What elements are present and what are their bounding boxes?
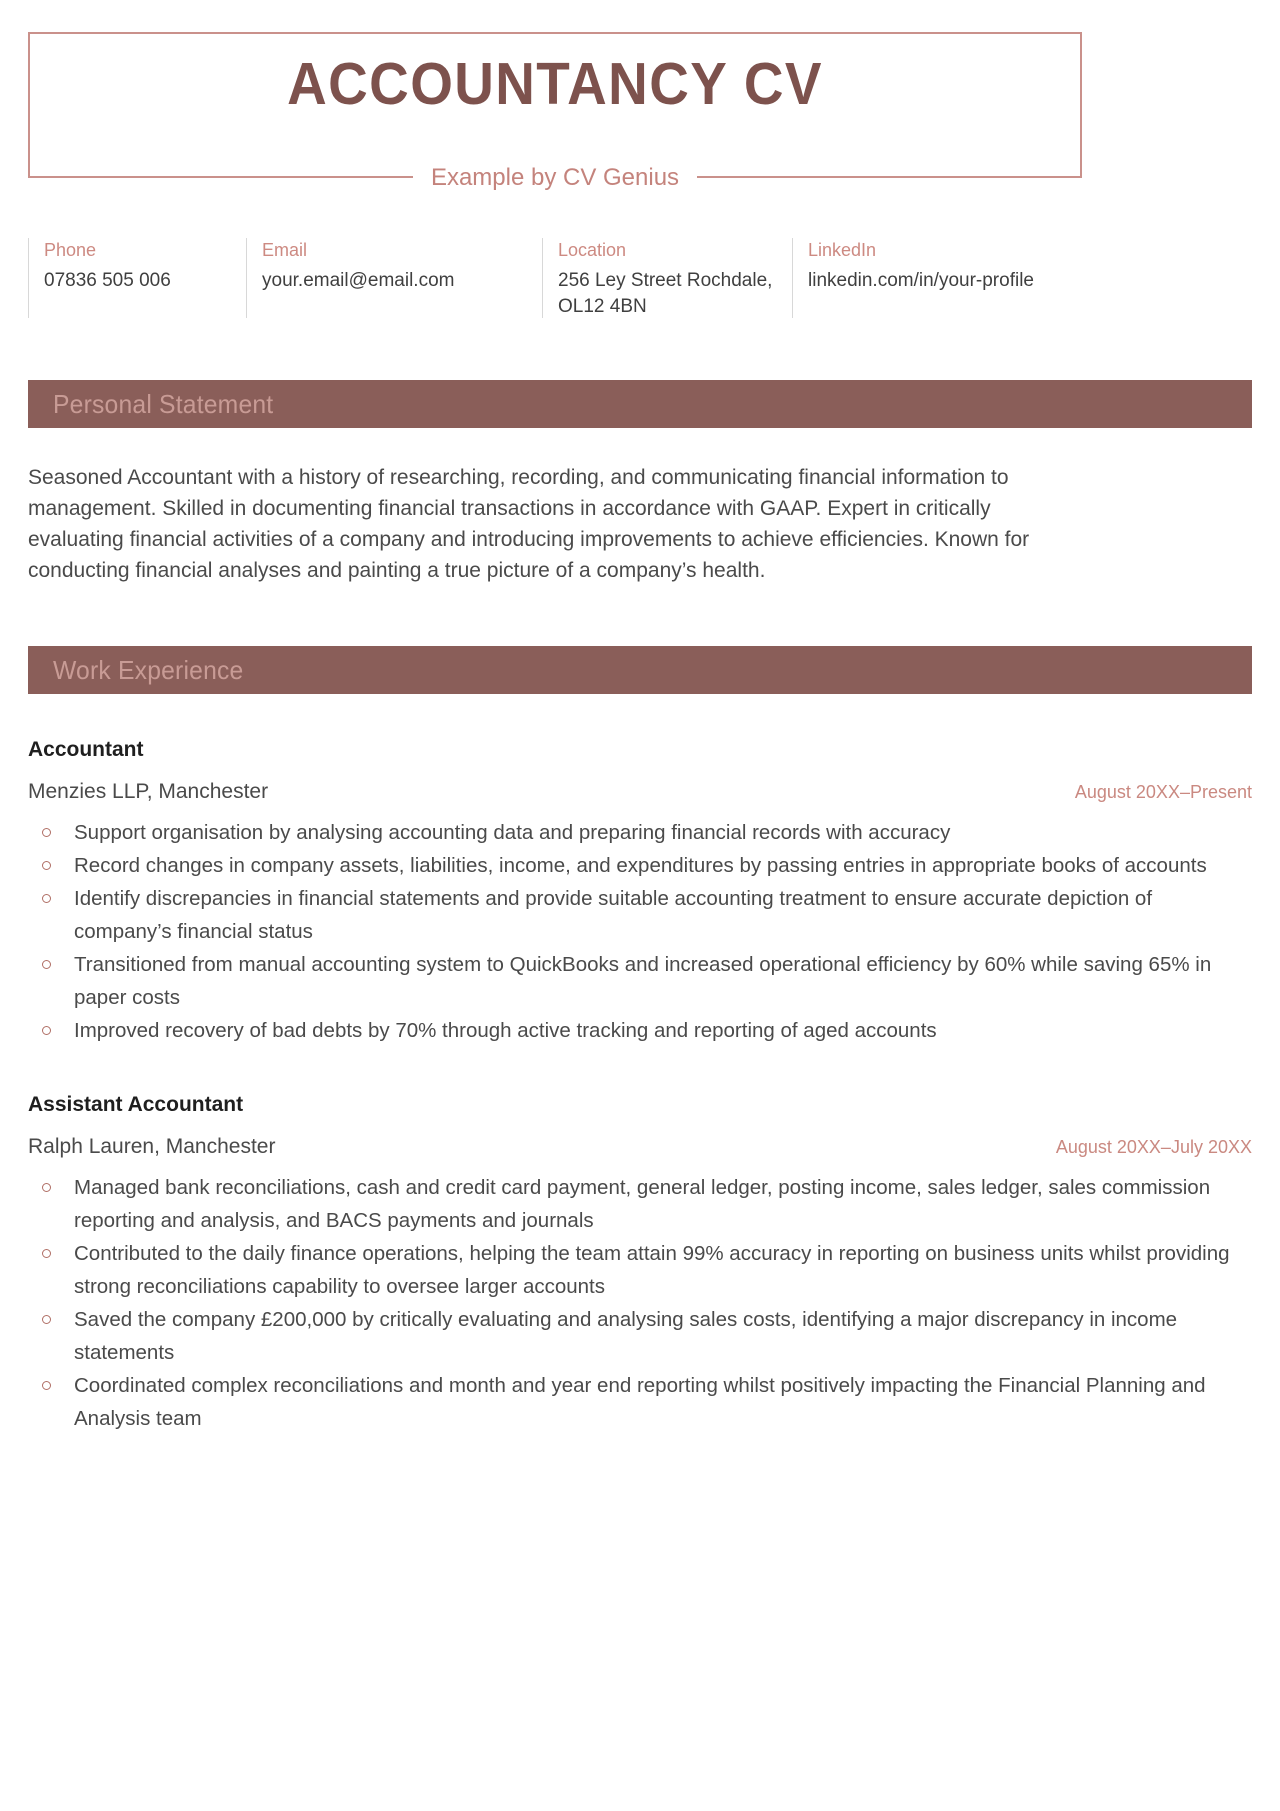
circle-bullet-icon	[42, 849, 53, 882]
job-company: Menzies LLP, Manchester	[28, 780, 269, 803]
job-bullet-text: Contributed to the daily finance operati…	[74, 1242, 1230, 1298]
circle-bullet-icon	[42, 1014, 53, 1047]
job-meta-row: Menzies LLP, Manchester August 20XX–Pres…	[28, 778, 1252, 806]
contact-value-phone[interactable]: 07836 505 006	[44, 268, 232, 294]
circle-bullet-icon	[42, 816, 53, 849]
job-bullet: Contributed to the daily finance operati…	[28, 1237, 1252, 1303]
contact-label-email: Email	[262, 240, 308, 260]
section-header-work-experience: Work Experience	[28, 646, 1252, 694]
job-bullet-text: Improved recovery of bad debts by 70% th…	[74, 1019, 937, 1042]
circle-bullet-icon	[42, 1369, 53, 1402]
work-experience-list: Accountant Menzies LLP, Manchester Augus…	[28, 736, 1252, 1435]
work-experience-entry: Assistant Accountant Ralph Lauren, Manch…	[28, 1091, 1252, 1435]
section-header-personal-statement: Personal Statement	[28, 380, 1252, 428]
circle-bullet-icon	[42, 948, 53, 981]
job-bullet-text: Support organisation by analysing accoun…	[74, 821, 951, 844]
contact-label-location: Location	[558, 240, 627, 260]
job-bullet: Support organisation by analysing accoun…	[28, 816, 1252, 849]
contact-value-location: 256 Ley Street Rochdale, OL12 4BN	[558, 270, 773, 317]
work-experience-entry: Accountant Menzies LLP, Manchester Augus…	[28, 736, 1252, 1047]
circle-bullet-icon	[42, 882, 53, 915]
header-subtitle-row: Example by CV Genius	[28, 162, 1082, 194]
circle-bullet-icon	[42, 1303, 53, 1336]
job-bullet: Record changes in company assets, liabil…	[28, 849, 1252, 882]
contact-item-email: Email your.email@email.com	[246, 238, 542, 320]
job-bullet-text: Record changes in company assets, liabil…	[74, 854, 1207, 877]
contact-item-linkedin: LinkedIn linkedin.com/in/your-profile	[792, 238, 1082, 320]
job-bullet: Saved the company £200,000 by critically…	[28, 1303, 1252, 1369]
job-bullet: Managed bank reconciliations, cash and c…	[28, 1171, 1252, 1237]
cv-document: ACCOUNTANCY CV Example by CV Genius Phon…	[0, 0, 1280, 1811]
circle-bullet-icon	[42, 1171, 53, 1204]
contact-value-email[interactable]: your.email@email.com	[262, 268, 528, 294]
job-dates: August 20XX–Present	[1074, 782, 1252, 802]
section-title-personal-statement: Personal Statement	[53, 389, 274, 419]
page-title: ACCOUNTANCY CV	[287, 51, 823, 117]
contact-label-phone: Phone	[44, 240, 97, 260]
job-dates: August 20XX–July 20XX	[1055, 1137, 1252, 1157]
job-bullet-list: Managed bank reconciliations, cash and c…	[28, 1171, 1252, 1435]
job-bullet: Transitioned from manual accounting syst…	[28, 948, 1252, 1014]
job-bullet: Improved recovery of bad debts by 70% th…	[28, 1014, 1252, 1047]
job-bullet-text: Transitioned from manual accounting syst…	[74, 953, 1212, 1009]
job-bullet: Coordinated complex reconciliations and …	[28, 1369, 1252, 1435]
contact-value-linkedin[interactable]: linkedin.com/in/your-profile	[808, 268, 1068, 294]
contact-item-phone: Phone 07836 505 006	[28, 238, 246, 320]
job-bullet: Identify discrepancies in financial stat…	[28, 882, 1252, 948]
cv-header: ACCOUNTANCY CV Example by CV Genius	[28, 32, 1082, 194]
job-bullet-list: Support organisation by analysing accoun…	[28, 816, 1252, 1047]
job-meta-row: Ralph Lauren, Manchester August 20XX–Jul…	[28, 1133, 1252, 1161]
contact-item-location: Location 256 Ley Street Rochdale, OL12 4…	[542, 238, 792, 320]
job-bullet-text: Identify discrepancies in financial stat…	[74, 887, 1153, 943]
contact-label-linkedin: LinkedIn	[808, 240, 877, 260]
header-subtitle: Example by CV Genius	[412, 162, 698, 194]
circle-bullet-icon	[42, 1237, 53, 1270]
job-company: Ralph Lauren, Manchester	[28, 1135, 276, 1158]
section-title-work-experience: Work Experience	[53, 655, 244, 685]
contact-strip: Phone 07836 505 006 Email your.email@ema…	[28, 238, 1252, 320]
job-bullet-text: Saved the company £200,000 by critically…	[74, 1308, 1178, 1364]
job-bullet-text: Coordinated complex reconciliations and …	[74, 1374, 1206, 1430]
personal-statement-body: Seasoned Accountant with a history of re…	[28, 466, 1030, 582]
job-bullet-text: Managed bank reconciliations, cash and c…	[74, 1176, 1211, 1232]
job-title: Assistant Accountant	[28, 1093, 244, 1116]
job-title: Accountant	[28, 738, 144, 761]
